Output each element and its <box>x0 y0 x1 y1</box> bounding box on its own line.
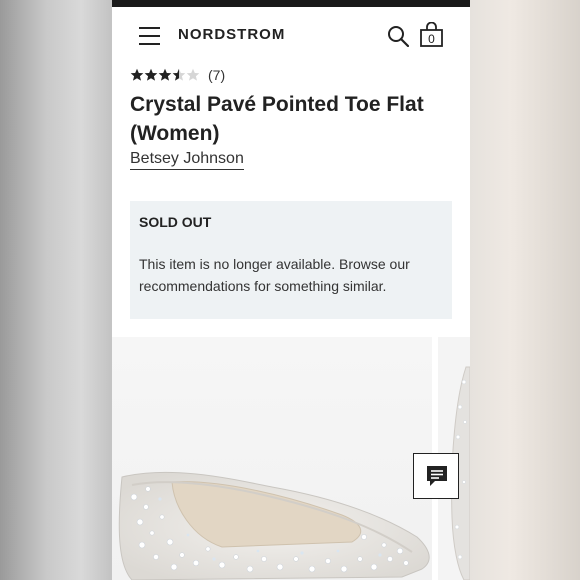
sold-out-notice: SOLD OUT This item is no longer availabl… <box>130 201 452 319</box>
phone-screen: NORDSTROM 0 (7) Crystal Pavé Pointed Toe… <box>112 0 470 580</box>
product-image-shoe-side[interactable] <box>112 337 432 580</box>
star-icon <box>172 68 186 81</box>
rating-stars <box>130 68 200 82</box>
site-header: NORDSTROM 0 <box>112 7 470 61</box>
bag-icon[interactable]: 0 <box>419 21 444 48</box>
sold-out-heading: SOLD OUT <box>139 214 212 230</box>
status-bar <box>112 0 470 7</box>
star-icon <box>158 68 172 81</box>
star-icon <box>144 68 158 81</box>
review-count[interactable]: (7) <box>208 67 225 83</box>
product-title: Crystal Pavé Pointed Toe Flat (Women) <box>130 93 424 145</box>
search-icon[interactable] <box>387 25 410 48</box>
star-icon <box>130 68 144 81</box>
chat-button[interactable] <box>413 453 459 499</box>
menu-icon[interactable] <box>139 27 160 45</box>
chat-icon <box>427 466 447 486</box>
brand-logo[interactable]: NORDSTROM <box>178 26 285 43</box>
product-rating[interactable]: (7) <box>130 66 225 84</box>
product-brand-link[interactable]: Betsey Johnson <box>130 150 244 170</box>
sold-out-message: This item is no longer available. Browse… <box>139 256 410 294</box>
star-icon <box>186 68 200 81</box>
bag-count-badge: 0 <box>428 32 435 46</box>
